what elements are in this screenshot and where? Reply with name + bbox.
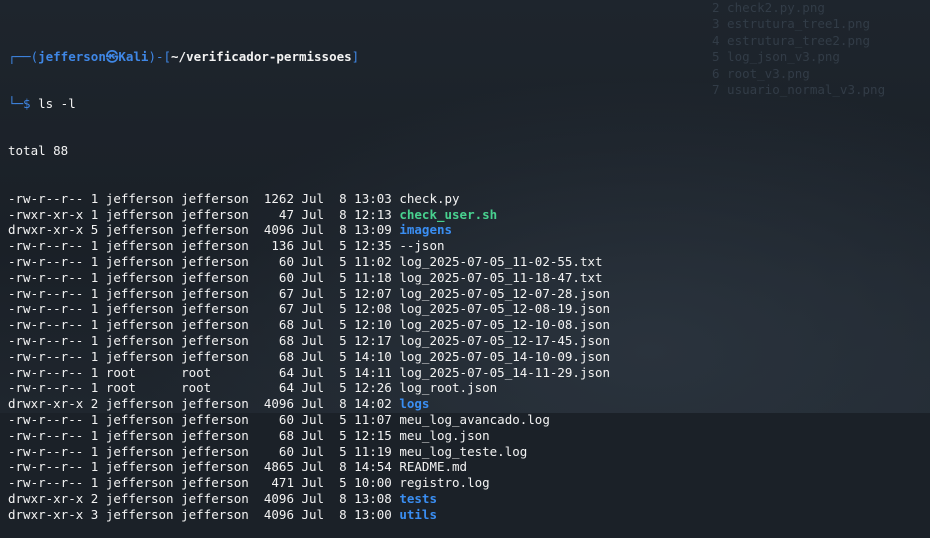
prompt-frame-top: ┌──( (8, 48, 39, 64)
prompt-line: ┌──(jefferson㉿Kali)-[~/verificador-permi… (8, 49, 930, 65)
listing-row-filename: log_2025-07-05_11-18-47.txt (399, 269, 603, 285)
listing-row-meta: drwxr-xr-x 2 jefferson jefferson 4096 Ju… (8, 490, 400, 506)
listing-row-filename: imagens (399, 222, 453, 238)
listing-row-filename: check.py (399, 190, 460, 206)
listing-row: -rw-r--r-- 1 jefferson jefferson 68 Jul … (8, 428, 930, 444)
prompt-frame-bottom: └─$ (8, 95, 39, 111)
listing-row-meta: -rwxr-xr-x 1 jefferson jefferson 47 Jul … (8, 206, 400, 222)
listing-row: -rw-r--r-- 1 jefferson jefferson 67 Jul … (8, 301, 930, 317)
listing-row-filename: meu_log_avancado.log (399, 411, 550, 427)
listing-row: -rw-r--r-- 1 jefferson jefferson 4865 Ju… (8, 459, 930, 475)
listing-row: -rw-r--r-- 1 jefferson jefferson 60 Jul … (8, 270, 930, 286)
listing-row-filename: log_root.json (399, 380, 498, 396)
listing-row-filename: log_2025-07-05_12-07-28.json (399, 285, 611, 301)
listing-row: -rw-r--r-- 1 jefferson jefferson 68 Jul … (8, 333, 930, 349)
listing-row: -rw-r--r-- 1 jefferson jefferson 60 Jul … (8, 254, 930, 270)
listing-row-meta: drwxr-xr-x 2 jefferson jefferson 4096 Ju… (8, 396, 400, 412)
command-text: ls -l (38, 95, 76, 111)
listing-row: drwxr-xr-x 2 jefferson jefferson 4096 Ju… (8, 396, 930, 412)
listing-row-meta: -rw-r--r-- 1 jefferson jefferson 60 Jul … (8, 443, 400, 459)
listing-row-filename: log_2025-07-05_14-10-09.json (399, 348, 611, 364)
listing-row: -rw-r--r-- 1 jefferson jefferson 60 Jul … (8, 444, 930, 460)
ghost-line: 2 check2.py.png (712, 0, 825, 15)
command-line: └─$ ls -l (8, 96, 930, 112)
listing-row: -rw-r--r-- 1 jefferson jefferson 471 Jul… (8, 475, 930, 491)
listing-row-filename: meu_log_teste.log (399, 443, 528, 459)
listing-row-filename: registro.log (399, 475, 490, 491)
listing-row: -rw-r--r-- 1 jefferson jefferson 67 Jul … (8, 286, 930, 302)
listing-row-filename: meu_log.json (399, 427, 490, 443)
listing-row-meta: -rw-r--r-- 1 jefferson jefferson 68 Jul … (8, 332, 400, 348)
prompt-path-end: ] (351, 48, 360, 64)
listing-row-filename: log_2025-07-05_14-11-29.json (399, 364, 611, 380)
listing-row: -rwxr-xr-x 1 jefferson jefferson 47 Jul … (8, 207, 930, 223)
prompt-separator: )-[ (148, 48, 172, 64)
listing-row-meta: -rw-r--r-- 1 jefferson jefferson 67 Jul … (8, 285, 400, 301)
listing-row: -rw-r--r-- 1 root root 64 Jul 5 14:11 lo… (8, 365, 930, 381)
listing-row: -rw-r--r-- 1 jefferson jefferson 1262 Ju… (8, 191, 930, 207)
listing-row-meta: drwxr-xr-x 5 jefferson jefferson 4096 Ju… (8, 222, 400, 238)
ls-listing: -rw-r--r-- 1 jefferson jefferson 1262 Ju… (8, 191, 930, 523)
listing-row-meta: -rw-r--r-- 1 jefferson jefferson 60 Jul … (8, 411, 400, 427)
listing-row-filename: log_2025-07-05_12-08-19.json (399, 301, 611, 317)
listing-row-filename: tests (399, 490, 437, 506)
terminal-output[interactable]: ┌──(jefferson㉿Kali)-[~/verificador-permi… (8, 17, 930, 522)
listing-row: -rw-r--r-- 1 jefferson jefferson 68 Jul … (8, 317, 930, 333)
listing-row-meta: -rw-r--r-- 1 jefferson jefferson 68 Jul … (8, 427, 400, 443)
listing-row: drwxr-xr-x 5 jefferson jefferson 4096 Ju… (8, 222, 930, 238)
listing-row: -rw-r--r-- 1 jefferson jefferson 68 Jul … (8, 349, 930, 365)
prompt-path: ~/verificador-permissoes (171, 48, 352, 64)
listing-row-meta: -rw-r--r-- 1 jefferson jefferson 471 Jul… (8, 475, 400, 491)
listing-row-meta: -rw-r--r-- 1 jefferson jefferson 1262 Ju… (8, 190, 400, 206)
listing-row-meta: -rw-r--r-- 1 jefferson jefferson 67 Jul … (8, 301, 400, 317)
prompt-user-host: jefferson㉿Kali (38, 48, 149, 64)
listing-row: -rw-r--r-- 1 root root 64 Jul 5 12:26 lo… (8, 380, 930, 396)
total-line: total 88 (8, 143, 69, 159)
listing-row-filename: --json (399, 238, 445, 254)
listing-row-meta: -rw-r--r-- 1 jefferson jefferson 68 Jul … (8, 317, 400, 333)
listing-row: -rw-r--r-- 1 jefferson jefferson 136 Jul… (8, 238, 930, 254)
listing-row: drwxr-xr-x 2 jefferson jefferson 4096 Ju… (8, 491, 930, 507)
listing-row: drwxr-xr-x 3 jefferson jefferson 4096 Ju… (8, 507, 930, 523)
listing-row-meta: -rw-r--r-- 1 jefferson jefferson 60 Jul … (8, 269, 400, 285)
listing-row-filename: log_2025-07-05_12-17-45.json (399, 332, 611, 348)
listing-row-meta: drwxr-xr-x 3 jefferson jefferson 4096 Ju… (8, 506, 400, 522)
listing-row-meta: -rw-r--r-- 1 root root 64 Jul 5 12:26 (8, 380, 400, 396)
listing-row-filename: logs (399, 396, 430, 412)
listing-row-filename: log_2025-07-05_11-02-55.txt (399, 253, 603, 269)
listing-row-filename: utils (399, 506, 437, 522)
listing-row-filename: README.md (399, 459, 468, 475)
listing-row-meta: -rw-r--r-- 1 jefferson jefferson 136 Jul… (8, 238, 400, 254)
listing-row: -rw-r--r-- 1 jefferson jefferson 60 Jul … (8, 412, 930, 428)
listing-row-meta: -rw-r--r-- 1 root root 64 Jul 5 14:11 (8, 364, 400, 380)
listing-row-meta: -rw-r--r-- 1 jefferson jefferson 60 Jul … (8, 253, 400, 269)
listing-row-meta: -rw-r--r-- 1 jefferson jefferson 4865 Ju… (8, 459, 400, 475)
listing-row-filename: check_user.sh (399, 206, 498, 222)
listing-row-filename: log_2025-07-05_12-10-08.json (399, 317, 611, 333)
listing-row-meta: -rw-r--r-- 1 jefferson jefferson 68 Jul … (8, 348, 400, 364)
